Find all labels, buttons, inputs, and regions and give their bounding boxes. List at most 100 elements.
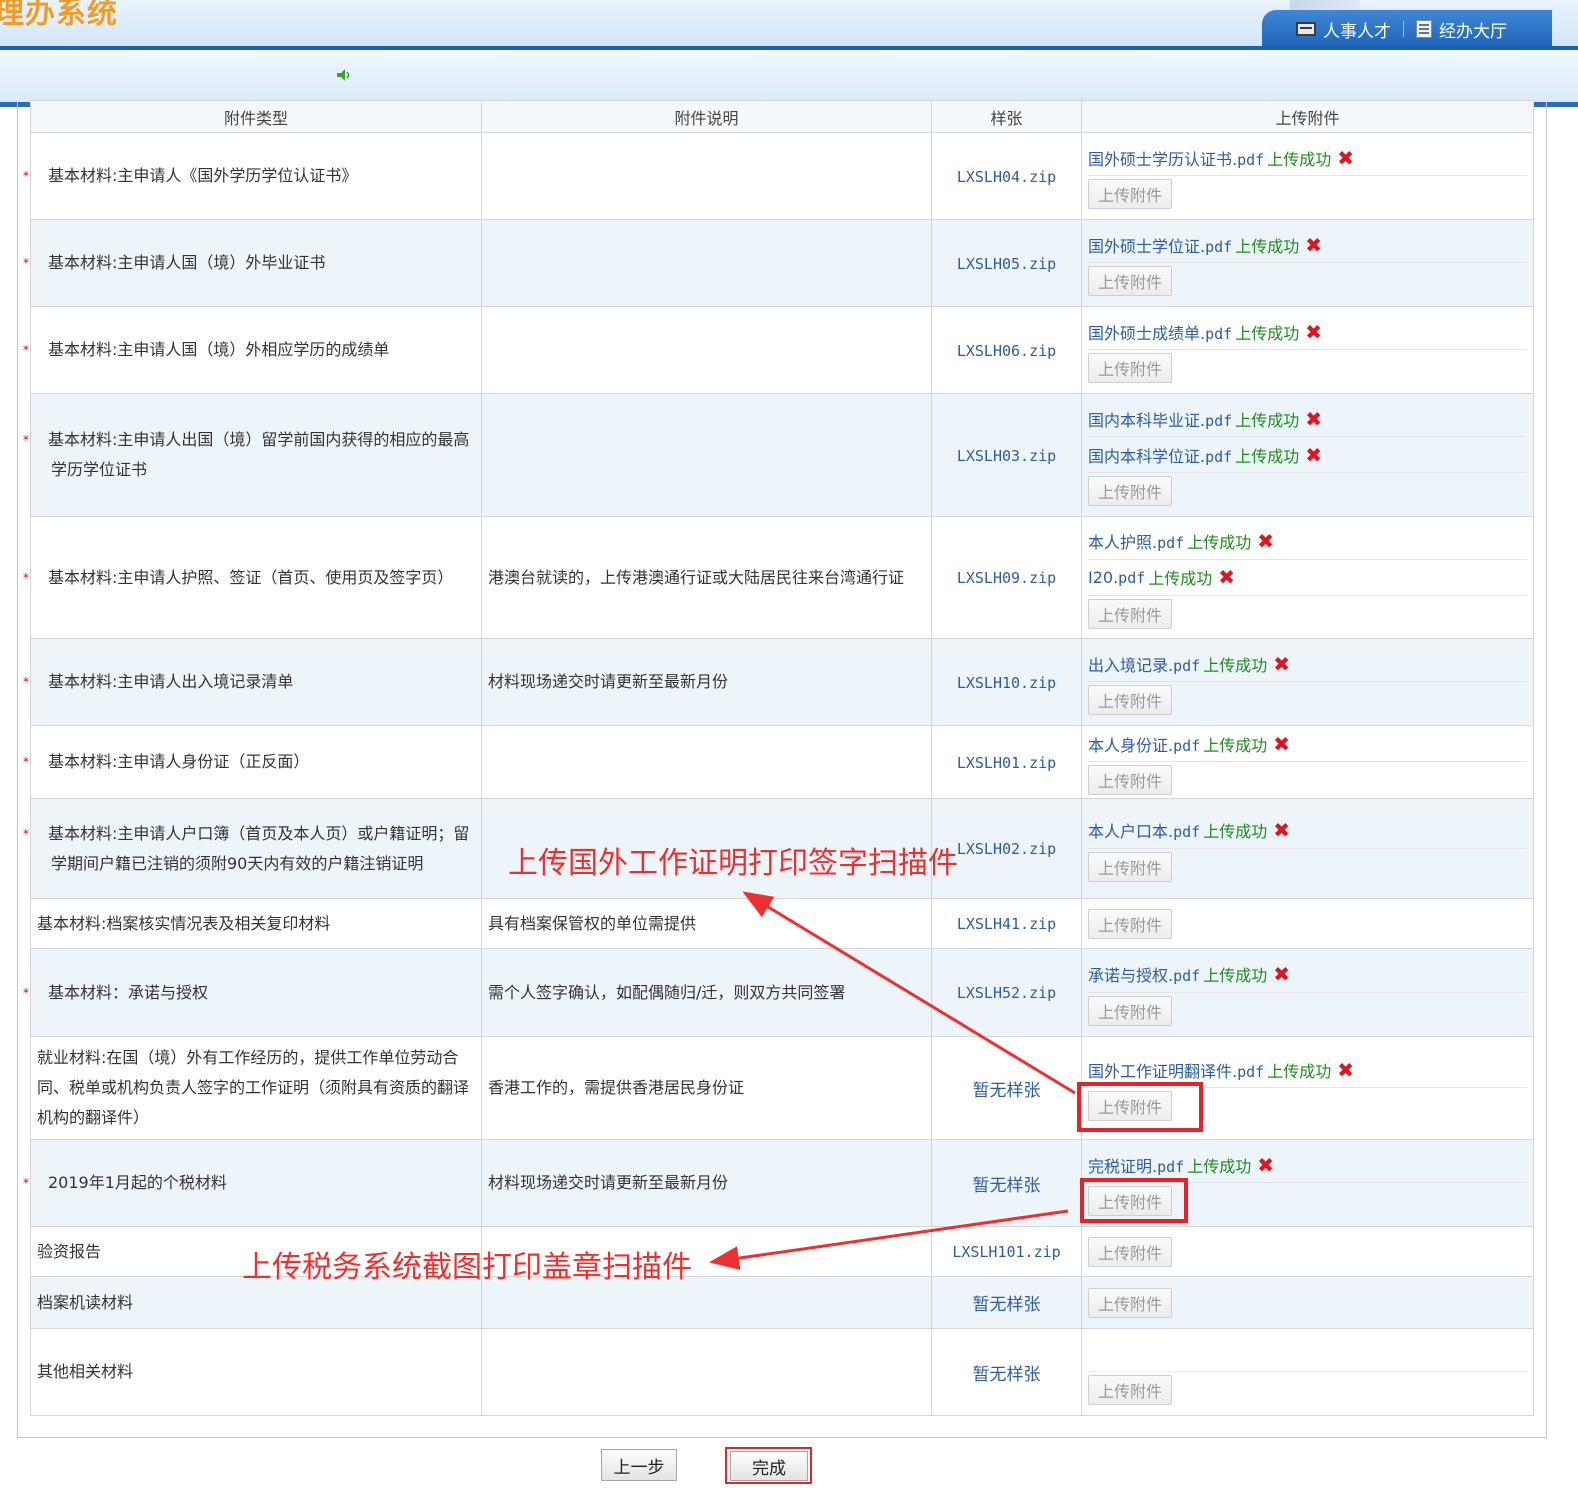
upload-attachment-button[interactable]: 上传附件: [1088, 266, 1172, 296]
upload-attachment-button[interactable]: 上传附件: [1088, 851, 1172, 882]
uploaded-file-link[interactable]: 国外硕士成绩单.pdf: [1088, 320, 1232, 344]
uploaded-file-link[interactable]: 出入境记录.pdf: [1088, 652, 1200, 676]
attachment-type-cell: * 基本材料:主申请人国（境）外相应学历的成绩单: [23, 306, 482, 394]
file-name: 完税证明.: [1088, 1156, 1158, 1176]
upload-cell: 国外硕士成绩单.pdf 上传成功 ✖ 上传附件: [1081, 306, 1534, 394]
attachment-type-cell: * 基本材料:主申请人身份证（正反面）: [23, 725, 482, 799]
sample-link[interactable]: LXSLH41.zip: [957, 915, 1056, 933]
delete-icon[interactable]: ✖: [1305, 322, 1322, 342]
sample-link[interactable]: 暂无样张: [973, 1176, 1041, 1196]
uploaded-file-link[interactable]: 本人身份证.pdf: [1088, 732, 1200, 756]
upload-attachment-button[interactable]: 上传附件: [1088, 476, 1172, 506]
upload-attachment-button[interactable]: 上传附件: [1088, 1375, 1172, 1405]
upload-attachment-button[interactable]: 上传附件: [1088, 685, 1172, 715]
nav-tab-service-hall[interactable]: 经办大厅: [1416, 17, 1507, 42]
file-extension: pdf: [1118, 568, 1146, 587]
uploaded-file-link[interactable]: 承诺与授权.pdf: [1088, 962, 1200, 986]
uploaded-file-link[interactable]: 本人护照.pdf: [1088, 529, 1184, 553]
upload-button-wrap: 上传附件: [1088, 1234, 1527, 1270]
system-logo: 理办系统: [0, 0, 118, 31]
upload-success-label: 上传成功: [1203, 655, 1268, 675]
sample-link[interactable]: LXSLH09.zip: [957, 569, 1056, 587]
upload-attachment-button[interactable]: 上传附件: [1088, 1236, 1172, 1267]
upload-success-label: 上传成功: [1148, 569, 1213, 588]
uploaded-file-item: I20.pdf 上传成功 ✖: [1088, 560, 1527, 596]
uploaded-file-link[interactable]: 国外硕士学位证.pdf: [1088, 233, 1232, 257]
upload-button-wrap: 上传附件: [1088, 849, 1527, 885]
sample-link[interactable]: 暂无样张: [973, 1081, 1041, 1101]
upload-button-wrap: 上传附件: [1088, 1285, 1527, 1321]
uploaded-file-link[interactable]: 国内本科学位证.pdf: [1088, 443, 1232, 467]
sample-link[interactable]: LXSLH03.zip: [957, 447, 1056, 465]
prev-step-button[interactable]: 上一步: [601, 1449, 677, 1481]
delete-icon[interactable]: ✖: [1218, 567, 1235, 587]
uploaded-file-item: 国外硕士学位证.pdf 上传成功 ✖: [1088, 227, 1527, 263]
upload-attachment-button[interactable]: 上传附件: [1088, 353, 1172, 383]
attachment-type-label: 就业材料:在国（境）外有工作经历的，提供工作单位劳动合同、税单或机构负责人签字的…: [37, 1048, 470, 1127]
delete-icon[interactable]: ✖: [1305, 235, 1322, 255]
uploaded-file-link[interactable]: 完税证明.pdf: [1088, 1153, 1184, 1177]
sample-cell: 暂无样张: [931, 1328, 1082, 1416]
upload-attachment-button[interactable]: 上传附件: [1088, 908, 1172, 939]
uploaded-file-item: 本人户口本.pdf 上传成功 ✖: [1088, 813, 1527, 849]
table-row: * 2019年1月起的个税材料 材料现场递交时请更新至最新月份 暂无样张 完税证明.pd…: [23, 1139, 1534, 1227]
table-row: * 基本材料:主申请人出入境记录清单 材料现场递交时请更新至最新月份 LXSLH10.…: [23, 638, 1534, 726]
done-button[interactable]: 完成: [730, 1451, 808, 1481]
file-name: 出入境记录.: [1088, 655, 1174, 675]
uploaded-file-link[interactable]: 本人户口本.pdf: [1088, 818, 1200, 842]
nav-tab-hr-talent[interactable]: 人事人才: [1296, 17, 1391, 42]
sample-link[interactable]: 暂无样张: [973, 1365, 1041, 1385]
upload-button-wrap: 上传附件: [1088, 473, 1527, 509]
upload-cell: 国内本科毕业证.pdf 上传成功 ✖ 国内本科学位证.pdf 上传成功 ✖ 上传附件: [1081, 393, 1534, 517]
required-marker: *: [23, 675, 29, 689]
upload-button-wrap: 上传附件: [1088, 762, 1527, 798]
uploaded-file-link[interactable]: I20.pdf: [1088, 568, 1145, 587]
upload-cell: 国外硕士学位证.pdf 上传成功 ✖ 上传附件: [1081, 219, 1534, 307]
uploaded-file-link[interactable]: 国内本科毕业证.pdf: [1088, 407, 1232, 431]
attachment-type-label: 基本材料:主申请人国（境）外毕业证书: [48, 253, 326, 272]
delete-icon[interactable]: ✖: [1273, 654, 1290, 674]
uploaded-file-link[interactable]: 国外工作证明翻译件.pdf: [1088, 1058, 1264, 1082]
delete-icon[interactable]: ✖: [1257, 531, 1274, 551]
attachment-type-cell: * 基本材料：承诺与授权: [23, 948, 482, 1037]
upload-button-wrap: 上传附件: [1088, 1372, 1527, 1408]
sample-link[interactable]: LXSLH06.zip: [957, 342, 1056, 360]
attachment-type-cell: 其他相关材料: [30, 1328, 482, 1416]
upload-attachment-button[interactable]: 上传附件: [1088, 1287, 1172, 1318]
sample-link[interactable]: 暂无样张: [973, 1295, 1041, 1315]
delete-icon[interactable]: ✖: [1337, 1060, 1354, 1080]
upload-button-wrap: 上传附件: [1088, 263, 1527, 299]
table-row: 其他相关材料 暂无样张上传附件: [30, 1328, 1534, 1416]
sample-link[interactable]: LXSLH101.zip: [952, 1243, 1060, 1261]
upload-cell: 上传附件: [1081, 1328, 1534, 1416]
delete-icon[interactable]: ✖: [1273, 734, 1290, 754]
sample-link[interactable]: LXSLH04.zip: [957, 168, 1056, 186]
delete-icon[interactable]: ✖: [1305, 445, 1322, 465]
attachment-description: 材料现场递交时请更新至最新月份: [488, 672, 729, 691]
sample-link[interactable]: LXSLH01.zip: [957, 754, 1056, 772]
attachment-type-label: 基本材料:主申请人户口簿（首页及本人页）或户籍证明；留学期间户籍已注销的须附90…: [48, 823, 470, 873]
table-row: * 基本材料:主申请人国（境）外相应学历的成绩单 LXSLH06.zip 国外硕士成绩…: [23, 306, 1534, 394]
column-header-upload: 上传附件: [1081, 100, 1534, 133]
attachment-type-label: 基本材料：承诺与授权: [48, 982, 209, 1002]
sample-link[interactable]: LXSLH02.zip: [957, 840, 1056, 858]
delete-icon[interactable]: ✖: [1257, 1155, 1274, 1175]
upload-attachment-button[interactable]: 上传附件: [1088, 179, 1172, 209]
upload-success-label: 上传成功: [1203, 966, 1268, 985]
sample-link[interactable]: LXSLH05.zip: [957, 255, 1056, 273]
delete-icon[interactable]: ✖: [1305, 409, 1322, 429]
upload-attachment-button[interactable]: 上传附件: [1088, 765, 1172, 795]
upload-attachment-button[interactable]: 上传附件: [1088, 598, 1172, 629]
attachment-type-cell: * 基本材料:主申请人户口簿（首页及本人页）或户籍证明；留学期间户籍已注销的须附9…: [23, 798, 482, 899]
delete-icon[interactable]: ✖: [1273, 820, 1290, 840]
delete-icon[interactable]: ✖: [1337, 148, 1354, 168]
uploaded-file-link[interactable]: 国外硕士学历认证书.pdf: [1088, 146, 1264, 170]
upload-cell: 本人户口本.pdf 上传成功 ✖ 上传附件: [1081, 798, 1534, 899]
sample-cell: LXSLH01.zip: [931, 725, 1082, 799]
delete-icon[interactable]: ✖: [1273, 964, 1290, 984]
table-row: 基本材料:档案核实情况表及相关复印材料 具有档案保管权的单位需提供 LXSLH41.…: [30, 898, 1534, 949]
upload-attachment-button[interactable]: 上传附件: [1088, 995, 1172, 1026]
file-name: 国外硕士学位证.: [1088, 236, 1206, 256]
sample-link[interactable]: LXSLH10.zip: [957, 674, 1056, 692]
sample-link[interactable]: LXSLH52.zip: [957, 984, 1056, 1002]
